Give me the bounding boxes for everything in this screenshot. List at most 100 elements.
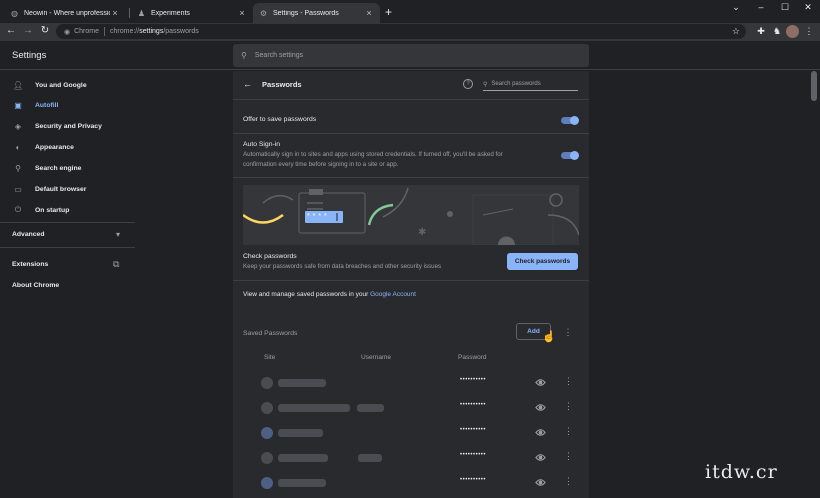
check-passwords-title: Check passwords — [243, 253, 297, 260]
sidebar-advanced-label: Advanced — [12, 230, 45, 238]
tab-experiments[interactable]: ♟ Experiments × — [131, 3, 253, 23]
search-icon: ⚲ — [15, 163, 21, 173]
sidebar-item-label: Appearance — [35, 143, 74, 151]
tab-title: Neowin - Where unprofessional j — [24, 9, 110, 17]
sidebar-item-search-engine[interactable]: ⚲ Search engine — [0, 158, 135, 178]
table-row[interactable]: •••••••••• ⋮ — [233, 471, 589, 496]
show-password-icon[interactable] — [535, 452, 546, 463]
bookmark-star-icon[interactable]: ☆ — [732, 26, 740, 37]
minimize-icon[interactable]: – — [754, 2, 768, 12]
tab-strip: ◍ Neowin - Where unprofessional j × ♟ Ex… — [0, 0, 820, 23]
help-icon[interactable]: ? — [463, 79, 473, 89]
back-icon[interactable]: ← — [4, 25, 18, 36]
open-in-new-icon[interactable]: ⧉ — [113, 259, 119, 270]
sidebar-about-chrome[interactable]: About Chrome — [12, 282, 59, 289]
search-placeholder: Search settings — [254, 52, 304, 59]
username-redacted — [357, 404, 384, 412]
offer-to-save-toggle[interactable] — [561, 116, 579, 125]
auto-signin-toggle[interactable] — [561, 151, 579, 160]
check-passwords-button[interactable]: Check passwords — [507, 253, 578, 270]
search-passwords-input[interactable]: ⚲ Search passwords — [483, 78, 578, 91]
passwords-header: ← Passwords ? ⚲ Search passwords — [233, 71, 589, 99]
mouse-cursor-icon: ☝ — [542, 331, 556, 343]
sidebar-item-on-startup[interactable]: ⏻ On startup — [0, 200, 135, 220]
row-more-icon[interactable]: ⋮ — [564, 376, 573, 387]
sidebar-item-label: Search engine — [35, 164, 82, 172]
sidebar-divider — [0, 222, 135, 223]
search-placeholder: Search passwords — [491, 81, 541, 87]
column-header-password: Password — [458, 354, 487, 361]
show-password-icon[interactable] — [535, 402, 546, 413]
back-arrow-icon[interactable]: ← — [243, 79, 252, 89]
watermark: itdw.cr — [705, 461, 778, 483]
settings-title: Settings — [12, 50, 47, 61]
row-more-icon[interactable]: ⋮ — [564, 476, 573, 487]
show-password-icon[interactable] — [535, 477, 546, 488]
table-row[interactable]: •••••••••• ⋮ — [233, 421, 589, 446]
saved-passwords-more-icon[interactable]: ⋮ — [563, 327, 573, 338]
password-masked: •••••••••• — [460, 402, 487, 408]
show-password-icon[interactable] — [535, 427, 546, 438]
reload-icon[interactable]: ↻ — [38, 25, 52, 36]
username-redacted — [358, 454, 382, 462]
person-icon: 👤︎ — [13, 80, 24, 90]
table-row[interactable]: •••••••••• ⋮ — [233, 371, 589, 396]
sidebar-extensions[interactable]: Extensions — [12, 261, 48, 268]
password-masked: •••••••••• — [460, 377, 487, 383]
scrollbar[interactable] — [811, 71, 817, 101]
sidebar-item-you-and-google[interactable]: 👤︎ You and Google — [0, 75, 135, 95]
shield-icon: ◈ — [14, 121, 22, 131]
sidebar-item-default-browser[interactable]: ▭ Default browser — [0, 179, 135, 199]
column-header-username: Username — [361, 354, 391, 361]
browser-icon: ▭ — [14, 184, 22, 194]
sidebar-advanced[interactable]: Advanced ▾ — [0, 224, 135, 244]
sidebar-item-label: Default browser — [35, 185, 87, 193]
offer-to-save-label: Offer to save passwords — [243, 116, 317, 123]
clipboard-icon: ▣ — [14, 100, 22, 110]
row-more-icon[interactable]: ⋮ — [564, 401, 573, 412]
banner-stars: * * * * — [307, 213, 328, 220]
close-icon[interactable]: × — [237, 8, 247, 18]
sidebar-item-security[interactable]: ◈ Security and Privacy — [0, 116, 135, 136]
check-passwords-illustration: ✱ * * * * — [243, 185, 579, 245]
row-more-icon[interactable]: ⋮ — [564, 426, 573, 437]
check-passwords-description: Keep your passwords safe from data breac… — [243, 263, 442, 270]
password-masked: •••••••••• — [460, 477, 487, 483]
site-favicon — [261, 452, 273, 464]
search-settings-input[interactable]: ⚲ Search settings — [233, 44, 589, 67]
sidebar-item-label: You and Google — [35, 81, 87, 89]
sidebar-item-label: Autofill — [35, 101, 59, 109]
row-more-icon[interactable]: ⋮ — [564, 451, 573, 462]
svg-text:✱: ✱ — [418, 227, 426, 238]
tab-search-icon[interactable]: ⌄ — [729, 2, 743, 13]
tab-settings-passwords[interactable]: ⚙ Settings - Passwords × — [253, 3, 380, 23]
new-tab-button[interactable]: + — [385, 5, 392, 19]
tab-neowin[interactable]: ◍ Neowin - Where unprofessional j × — [4, 3, 126, 23]
window-close-icon[interactable]: ✕ — [801, 2, 815, 13]
extension-icon[interactable]: ♞ — [771, 26, 783, 37]
site-redacted — [278, 454, 328, 462]
sidebar-item-appearance[interactable]: ◐ Appearance — [0, 137, 135, 157]
url-text: chrome://settings/passwords — [110, 28, 199, 35]
sidebar-item-autofill[interactable]: ▣ Autofill — [0, 95, 135, 115]
show-password-icon[interactable] — [535, 377, 546, 388]
close-icon[interactable]: × — [364, 8, 374, 18]
maximize-icon[interactable]: ☐ — [778, 2, 792, 13]
site-redacted — [278, 404, 350, 412]
table-row[interactable]: •••••••••• ⋮ — [233, 446, 589, 471]
close-icon[interactable]: × — [110, 8, 120, 18]
address-bar[interactable]: ◉ Chrome chrome://settings/passwords ☆ — [56, 24, 746, 39]
search-icon: ⚲ — [483, 81, 488, 88]
divider — [233, 177, 589, 178]
table-row[interactable]: •••••••••• ⋮ — [233, 396, 589, 421]
site-favicon — [261, 377, 273, 389]
menu-kebab-icon[interactable]: ⋮ — [803, 26, 815, 37]
chevron-down-icon: ▾ — [115, 229, 120, 239]
divider — [233, 99, 589, 100]
profile-avatar[interactable] — [786, 25, 799, 38]
extensions-puzzle-icon[interactable]: ✚ — [755, 26, 767, 37]
auto-signin-label: Auto Sign-in — [243, 141, 281, 148]
site-favicon — [261, 427, 273, 439]
forward-icon[interactable]: → — [21, 25, 35, 36]
google-account-link[interactable]: Google Account — [370, 291, 416, 298]
